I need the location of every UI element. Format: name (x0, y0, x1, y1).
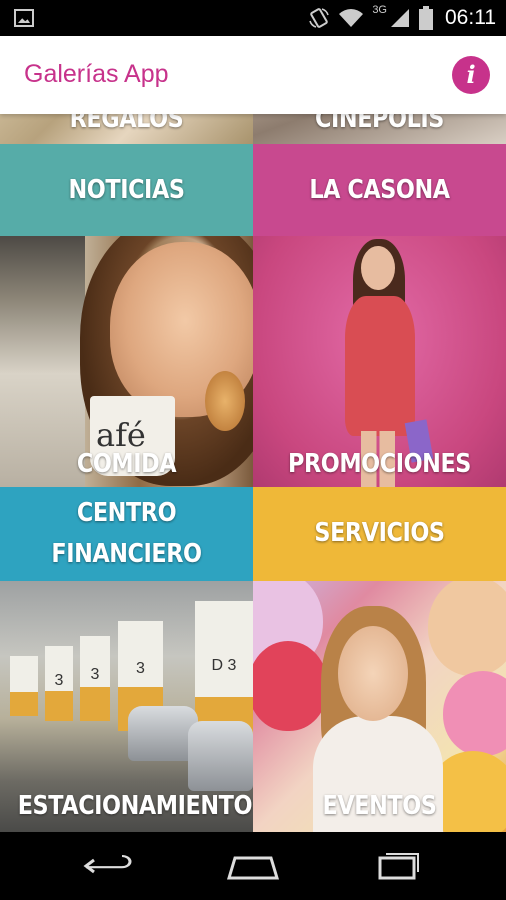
tile-label-line-1: CENTRO (76, 498, 177, 528)
tile-label: LA CASONA (309, 175, 450, 205)
recents-icon[interactable] (366, 850, 426, 882)
tile-cinepolis[interactable]: CINEPOLIS (253, 114, 506, 144)
back-icon[interactable] (80, 850, 140, 882)
app-bar: Galerías App i (0, 36, 506, 114)
balloon (253, 641, 328, 731)
image-icon (14, 9, 34, 27)
status-icons: 3G 06:11 (308, 4, 496, 32)
pillar-number: 3 (136, 659, 145, 677)
tile-label: NOTICIAS (68, 175, 185, 205)
model-head (361, 246, 395, 290)
tile-label: CINEPOLIS (315, 114, 444, 134)
status-bar: 3G 06:11 (0, 0, 506, 36)
tile-comida[interactable]: afé COMIDA (0, 236, 253, 487)
tile-label-line-2: FINANCIERO (51, 539, 202, 569)
parking-pillar: 3 (80, 636, 110, 721)
tile-regalos[interactable]: REGALOS (0, 114, 253, 144)
rotate-icon (309, 8, 330, 28)
home-icon[interactable] (223, 850, 283, 882)
woman-face (338, 626, 408, 721)
info-button[interactable]: i (452, 56, 490, 94)
pastry (205, 371, 245, 431)
tile-centro-financiero[interactable]: CENTRO FINANCIERO (0, 487, 253, 581)
signal-icon (391, 9, 409, 27)
pillar-number: D 3 (211, 657, 237, 674)
clock: 06:11 (445, 6, 496, 29)
tile-eventos[interactable]: EVENTOS (253, 581, 506, 832)
battery-icon (419, 6, 433, 30)
wifi-icon (339, 9, 364, 27)
pillar-number: 3 (90, 665, 100, 683)
tile-label: ESTACIONAMIENTO (17, 791, 253, 821)
network-type: 3G (372, 4, 387, 16)
tile-label: REGALOS (69, 114, 184, 134)
tile-estacionamiento[interactable]: 3 3 3 D 3 ESTACIONAMIENTO (0, 581, 253, 832)
app-title: Galerías App (24, 60, 169, 88)
balloon (443, 671, 506, 756)
pillar-number: 3 (54, 672, 64, 690)
balloon (428, 581, 506, 676)
parked-car (188, 721, 253, 791)
tile-label: COMIDA (76, 449, 177, 479)
tile-servicios[interactable]: SERVICIOS (253, 487, 506, 581)
tile-label: PROMOCIONES (288, 449, 471, 479)
tile-la-casona[interactable]: LA CASONA (253, 144, 506, 236)
menu-grid: REGALOS CINEPOLIS NOTICIAS LA CASONA afé… (0, 114, 506, 832)
parking-pillar (10, 656, 38, 716)
model-dress (345, 296, 415, 436)
tile-label: SERVICIOS (314, 518, 445, 548)
tile-label: EVENTOS (322, 791, 437, 821)
tile-noticias[interactable]: NOTICIAS (0, 144, 253, 236)
tile-promociones[interactable]: PROMOCIONES (253, 236, 506, 487)
parking-pillar: 3 (45, 646, 73, 721)
navigation-bar (0, 832, 506, 900)
info-icon: i (466, 60, 476, 89)
